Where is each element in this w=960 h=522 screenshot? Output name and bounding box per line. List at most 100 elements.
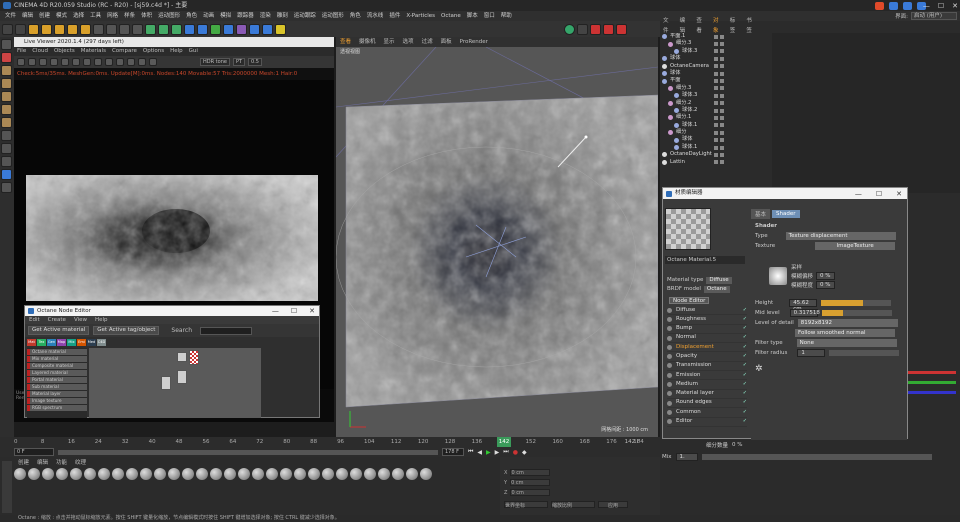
material-swatch[interactable] (308, 468, 320, 480)
filter-radius-slider[interactable] (829, 350, 900, 356)
lv-menu-help[interactable]: Help (167, 47, 186, 56)
visibility-toggle-icon[interactable] (714, 130, 724, 135)
coord-system-icon[interactable] (132, 23, 143, 35)
material-swatch[interactable] (336, 468, 348, 480)
menu-item[interactable]: 雕刻 (274, 11, 291, 21)
material-swatch[interactable] (42, 468, 54, 480)
image-texture-node[interactable] (189, 350, 199, 365)
viewport-menu-view[interactable]: 查看 (336, 37, 355, 47)
ne-menu-create[interactable]: Create (44, 316, 70, 324)
playhead[interactable]: 142 (497, 437, 511, 447)
object-row[interactable]: 细分 (662, 129, 772, 136)
keyboard-icon[interactable] (903, 1, 912, 10)
deformer-icon[interactable] (236, 23, 247, 35)
menu-item[interactable]: 运动跟踪 (291, 11, 319, 21)
channel-enabled-checkbox[interactable]: ✓ (743, 324, 747, 333)
category-tab[interactable]: Emi (77, 338, 86, 346)
channel-enabled-checkbox[interactable]: ✓ (743, 333, 747, 342)
menu-item[interactable]: 跟踪器 (234, 11, 257, 21)
maximize-button[interactable]: ☐ (291, 307, 297, 315)
z-axis-icon[interactable] (119, 23, 130, 35)
visibility-toggle-icon[interactable] (714, 34, 724, 39)
menu-item[interactable]: 网格 (104, 11, 121, 21)
menu-item[interactable]: 动画 (200, 11, 217, 21)
type-dropdown[interactable]: Texture displacement (785, 232, 896, 240)
visibility-toggle-icon[interactable] (714, 86, 724, 91)
material-swatch[interactable] (112, 468, 124, 480)
make-editable-icon[interactable] (1, 39, 12, 50)
x-axis-icon[interactable] (93, 23, 104, 35)
visibility-toggle-icon[interactable] (714, 145, 724, 150)
category-tab[interactable]: Med (87, 338, 96, 346)
render-settings-icon[interactable] (171, 23, 182, 35)
scale-icon[interactable] (54, 23, 65, 35)
send-scene-icon[interactable] (17, 58, 25, 66)
material-swatch[interactable] (84, 468, 96, 480)
ne-menu-view[interactable]: View (70, 316, 91, 324)
model-mode-icon[interactable] (1, 52, 12, 63)
clay-mode-icon[interactable] (116, 58, 124, 66)
viewport-menu-panel[interactable]: 面板 (437, 37, 456, 47)
octane-camera-icon[interactable] (590, 23, 601, 35)
restart-render-icon[interactable] (28, 58, 36, 66)
microphone-icon[interactable] (889, 1, 898, 10)
channel-enabled-checkbox[interactable]: ✓ (743, 417, 747, 426)
mix-field[interactable]: 1. (675, 453, 698, 461)
material-swatch[interactable] (238, 468, 250, 480)
menu-item[interactable]: Octane (438, 11, 464, 21)
pick-focus-icon[interactable] (83, 58, 91, 66)
menu-item[interactable]: 编辑 (19, 11, 36, 21)
material-swatch[interactable] (182, 468, 194, 480)
menu-item[interactable]: 窗口 (481, 11, 498, 21)
pick-material-icon[interactable] (94, 58, 102, 66)
material-swatch[interactable] (140, 468, 152, 480)
blur-scale-field[interactable]: 0 % (816, 281, 835, 289)
material-swatch[interactable] (154, 468, 166, 480)
select-icon[interactable] (28, 23, 39, 35)
visibility-toggle-icon[interactable] (714, 79, 724, 84)
ime-icon[interactable] (875, 1, 884, 10)
subsample-icon[interactable] (127, 58, 135, 66)
snap-icon[interactable] (1, 156, 12, 167)
minimize-button[interactable]: — (272, 307, 279, 315)
material-swatch[interactable] (196, 468, 208, 480)
object-row[interactable]: Lattin (662, 159, 772, 166)
category-tab[interactable]: C4D (97, 338, 106, 346)
exposure-field[interactable]: 0.5 (248, 58, 262, 66)
mid-level-field[interactable]: 0.317518 (789, 309, 820, 317)
stop-icon[interactable] (50, 58, 58, 66)
material-name-field[interactable]: Octane Material.5 (665, 256, 745, 264)
object-row[interactable]: OctaneCamera (662, 63, 772, 70)
ne-menu-help[interactable]: Help (91, 316, 112, 324)
play-icon[interactable]: ▶ (486, 449, 491, 456)
next-frame-icon[interactable]: ▶ (495, 449, 500, 456)
channel-enabled-checkbox[interactable]: ✓ (743, 343, 747, 352)
3d-viewport[interactable]: 查看 摄像机 显示 选项 过滤 面板 ProRender 透视视图 网格间距:… (336, 37, 658, 437)
array-icon[interactable] (223, 23, 234, 35)
menu-item[interactable]: 角色 (347, 11, 364, 21)
node-type-item[interactable]: Image texture (27, 397, 87, 404)
visibility-toggle-icon[interactable] (714, 160, 724, 165)
lod-dropdown[interactable]: 8192x8192 (797, 319, 898, 327)
material-swatch[interactable] (56, 468, 68, 480)
octane-settings-icon[interactable] (577, 23, 588, 35)
mix-slider[interactable] (701, 454, 932, 460)
menu-item[interactable]: X-Particles (403, 11, 438, 21)
camera-icon[interactable] (262, 23, 273, 35)
object-row[interactable]: 细分.2 (662, 100, 772, 107)
material-swatch[interactable] (14, 468, 26, 480)
node-type-item[interactable]: Composite material (27, 362, 87, 369)
object-row[interactable]: OctaneDayLight (662, 151, 772, 158)
channel-enabled-checkbox[interactable]: ✓ (743, 389, 747, 398)
lv-menu-file[interactable]: File (14, 47, 29, 56)
texture-mode-icon[interactable] (1, 65, 12, 76)
material-swatch[interactable] (294, 468, 306, 480)
viewport-menu-display[interactable]: 显示 (380, 37, 399, 47)
material-swatch[interactable] (420, 468, 432, 480)
node-type-item[interactable]: Sub material (27, 383, 87, 390)
world-coord-dropdown[interactable]: 世界坐标 (504, 501, 548, 509)
polygon-mode-icon[interactable] (1, 117, 12, 128)
node-type-item[interactable]: Layered material (27, 369, 87, 376)
object-row[interactable]: 球体 (662, 55, 772, 62)
material-swatch[interactable] (28, 468, 40, 480)
